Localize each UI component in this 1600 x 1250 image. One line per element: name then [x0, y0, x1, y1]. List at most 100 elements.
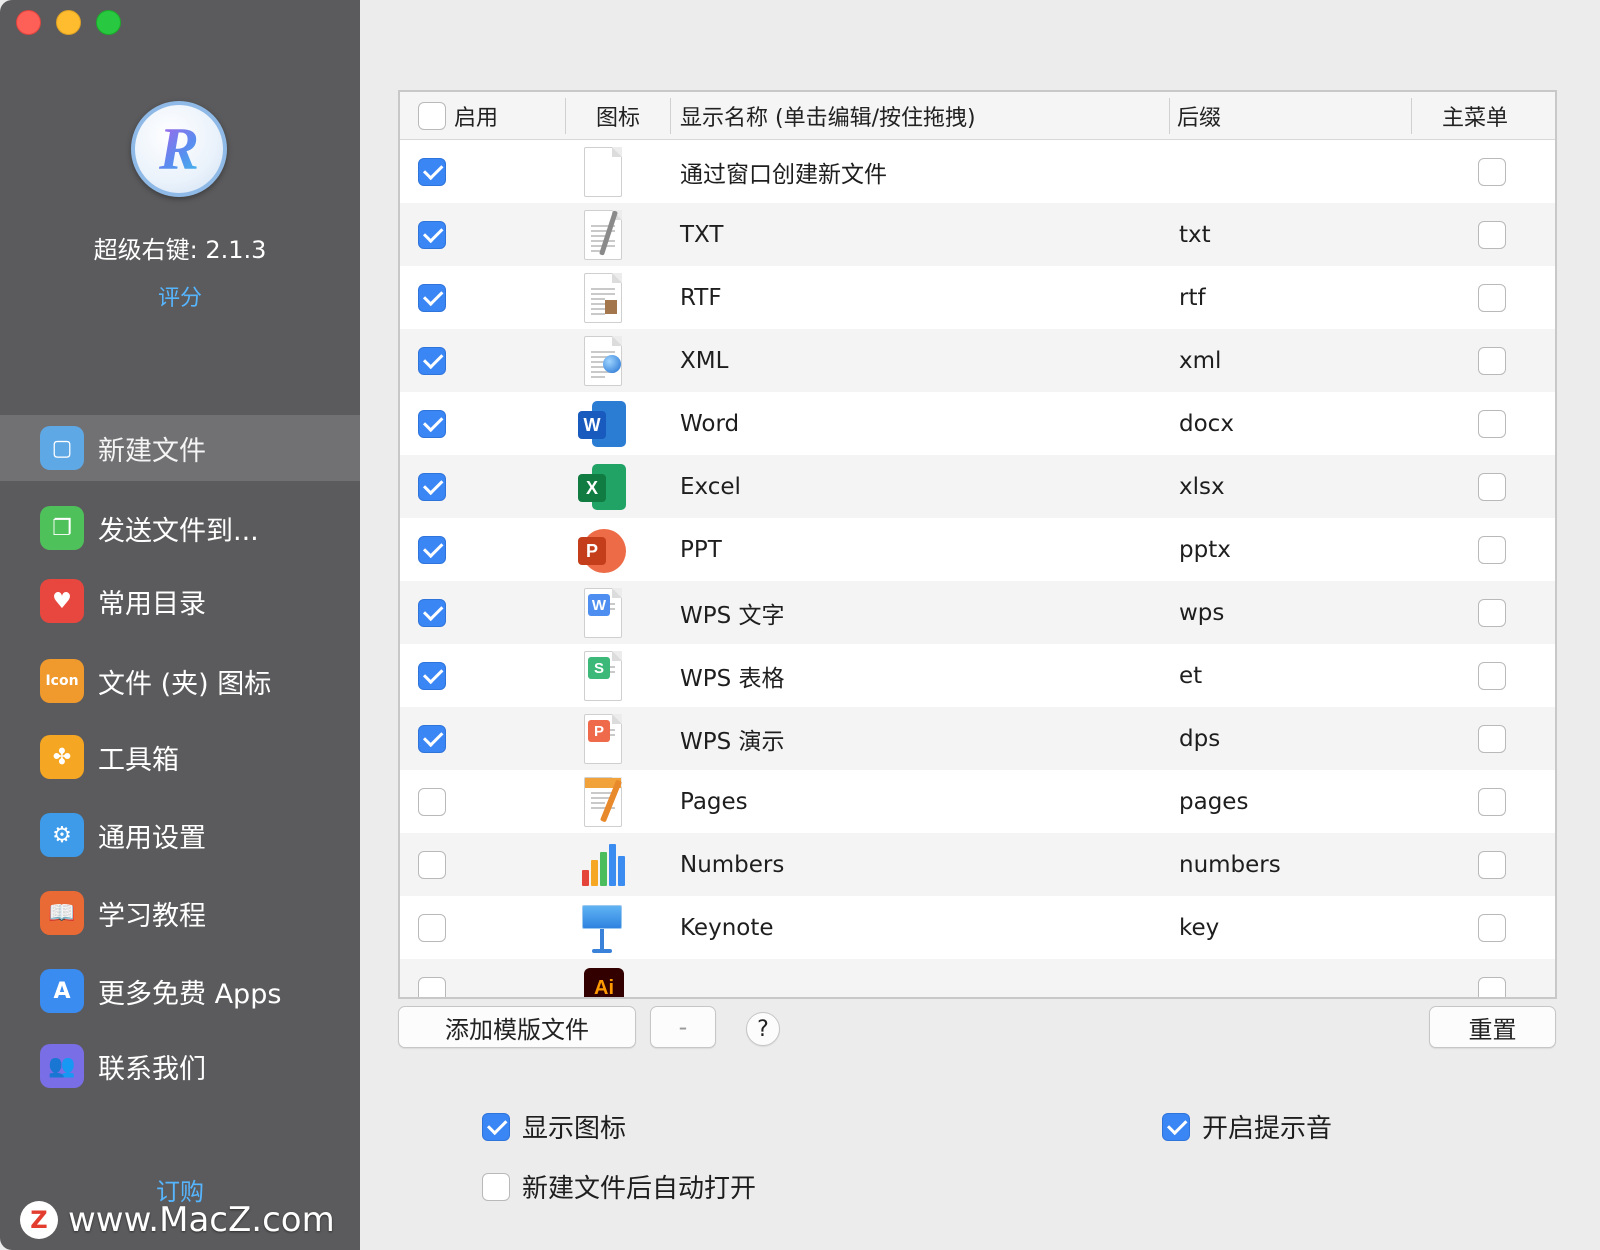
header-display-name[interactable]: 显示名称 (单击编辑/按住拖拽) [680, 92, 976, 140]
sound-checkbox[interactable] [1162, 1112, 1190, 1141]
sidebar-item-8[interactable]: 👥 联系我们 [0, 1033, 360, 1099]
row-suffix[interactable]: dps [1179, 707, 1220, 771]
row-display-name[interactable]: RTF [680, 266, 722, 330]
row-display-name[interactable]: XML [680, 329, 728, 393]
row-suffix[interactable]: pages [1179, 770, 1248, 834]
table-row[interactable]: W Word docx [400, 392, 1555, 456]
sidebar-item-2[interactable]: ♥ 常用目录 [0, 568, 360, 634]
row-main-menu-checkbox[interactable] [1478, 977, 1506, 997]
row-suffix[interactable]: pptx [1179, 518, 1231, 582]
keynote-icon [578, 901, 626, 955]
reset-button[interactable]: 重置 [1429, 1006, 1556, 1048]
row-main-menu-checkbox[interactable] [1478, 599, 1506, 627]
row-enabled-checkbox[interactable] [418, 851, 446, 879]
row-display-name[interactable]: Keynote [680, 896, 774, 960]
row-main-menu-checkbox[interactable] [1478, 221, 1506, 249]
row-suffix[interactable]: wps [1179, 581, 1224, 645]
row-enabled-checkbox[interactable] [418, 347, 446, 375]
row-suffix[interactable]: docx [1179, 392, 1234, 456]
row-suffix[interactable]: rtf [1179, 266, 1206, 330]
row-display-name[interactable]: WPS 表格 [680, 644, 785, 708]
row-enabled-checkbox[interactable] [418, 914, 446, 942]
row-main-menu-checkbox[interactable] [1478, 536, 1506, 564]
row-display-name[interactable]: 通过窗口创建新文件 [680, 140, 887, 204]
auto-open-option[interactable]: 新建文件后自动打开 [482, 1168, 756, 1205]
row-enabled-checkbox[interactable] [418, 788, 446, 816]
header-enabled-label: 启用 [454, 106, 499, 131]
table-row[interactable]: Pages pages [400, 770, 1555, 834]
row-display-name[interactable]: WPS 文字 [680, 581, 785, 645]
row-display-name[interactable]: PPT [680, 518, 722, 582]
table-row[interactable]: Ai [400, 959, 1555, 997]
row-enabled-checkbox[interactable] [418, 221, 446, 249]
row-main-menu-checkbox[interactable] [1478, 473, 1506, 501]
add-template-button[interactable]: 添加模版文件 [398, 1006, 636, 1048]
row-main-menu-checkbox[interactable] [1478, 662, 1506, 690]
row-enabled-checkbox[interactable] [418, 977, 446, 997]
sidebar-item-1[interactable]: ❐ 发送文件到... [0, 495, 360, 561]
row-display-name[interactable]: Word [680, 392, 739, 456]
row-enabled-checkbox[interactable] [418, 473, 446, 501]
sidebar-item-0[interactable]: ▢ 新建文件 [0, 415, 360, 481]
row-enabled-checkbox[interactable] [418, 410, 446, 438]
row-suffix[interactable]: xlsx [1179, 455, 1225, 519]
row-suffix[interactable]: numbers [1179, 833, 1281, 897]
sidebar-item-5[interactable]: ⚙ 通用设置 [0, 802, 360, 868]
xml-document-icon [578, 334, 626, 388]
row-main-menu-checkbox[interactable] [1478, 158, 1506, 186]
row-display-name[interactable]: WPS 演示 [680, 707, 785, 771]
auto-open-checkbox[interactable] [482, 1172, 510, 1201]
select-all-checkbox[interactable] [418, 102, 446, 130]
row-enabled-checkbox[interactable] [418, 725, 446, 753]
sidebar-item-7[interactable]: A 更多免费 Apps [0, 958, 360, 1024]
table-row[interactable]: Keynote key [400, 896, 1555, 960]
table-row[interactable]: XML xml [400, 329, 1555, 393]
row-display-name[interactable]: Pages [680, 770, 748, 834]
row-enabled-checkbox[interactable] [418, 158, 446, 186]
help-button[interactable]: ? [746, 1012, 780, 1046]
sidebar-item-4[interactable]: ✤ 工具箱 [0, 724, 360, 790]
rate-link[interactable]: 评分 [0, 280, 360, 312]
sidebar-item-label: 更多免费 Apps [98, 978, 282, 1010]
table-row[interactable]: P WPS 演示 dps [400, 707, 1555, 771]
table-row[interactable]: RTF rtf [400, 266, 1555, 330]
table-row[interactable]: X Excel xlsx [400, 455, 1555, 519]
table-row[interactable]: Numbers numbers [400, 833, 1555, 897]
zoom-window-button[interactable] [96, 10, 121, 35]
table-row[interactable]: 通过窗口创建新文件 [400, 140, 1555, 204]
sound-label: 开启提示音 [1202, 1114, 1333, 1144]
row-enabled-checkbox[interactable] [418, 284, 446, 312]
sidebar-item-6[interactable]: 📖 学习教程 [0, 880, 360, 946]
row-display-name[interactable]: TXT [680, 203, 723, 267]
sound-option[interactable]: 开启提示音 [1162, 1108, 1332, 1145]
row-display-name[interactable]: Numbers [680, 833, 784, 897]
row-suffix[interactable]: et [1179, 644, 1202, 708]
row-main-menu-checkbox[interactable] [1478, 788, 1506, 816]
remove-template-button[interactable]: - [650, 1006, 716, 1048]
row-main-menu-checkbox[interactable] [1478, 725, 1506, 753]
table-row[interactable]: TXT txt [400, 203, 1555, 267]
app-store-icon: A [40, 969, 84, 1013]
row-enabled-checkbox[interactable] [418, 662, 446, 690]
table-row[interactable]: W WPS 文字 wps [400, 581, 1555, 645]
row-main-menu-checkbox[interactable] [1478, 914, 1506, 942]
sidebar-item-3[interactable]: Icon 文件 (夹) 图标 [0, 648, 360, 714]
row-enabled-checkbox[interactable] [418, 536, 446, 564]
row-enabled-checkbox[interactable] [418, 599, 446, 627]
row-suffix[interactable]: txt [1179, 203, 1211, 267]
row-main-menu-checkbox[interactable] [1478, 410, 1506, 438]
show-icon-checkbox[interactable] [482, 1112, 510, 1141]
row-main-menu-checkbox[interactable] [1478, 284, 1506, 312]
row-main-menu-checkbox[interactable] [1478, 851, 1506, 879]
row-main-menu-checkbox[interactable] [1478, 347, 1506, 375]
table-row[interactable]: S WPS 表格 et [400, 644, 1555, 708]
header-suffix[interactable]: 后缀 [1177, 92, 1221, 140]
row-suffix[interactable]: xml [1179, 329, 1221, 393]
table-row[interactable]: P PPT pptx [400, 518, 1555, 582]
show-icon-option[interactable]: 显示图标 [482, 1108, 626, 1145]
row-suffix[interactable]: key [1179, 896, 1219, 960]
minimize-window-button[interactable] [56, 10, 81, 35]
close-window-button[interactable] [16, 10, 41, 35]
sidebar-item-label: 文件 (夹) 图标 [98, 668, 272, 700]
row-display-name[interactable]: Excel [680, 455, 741, 519]
